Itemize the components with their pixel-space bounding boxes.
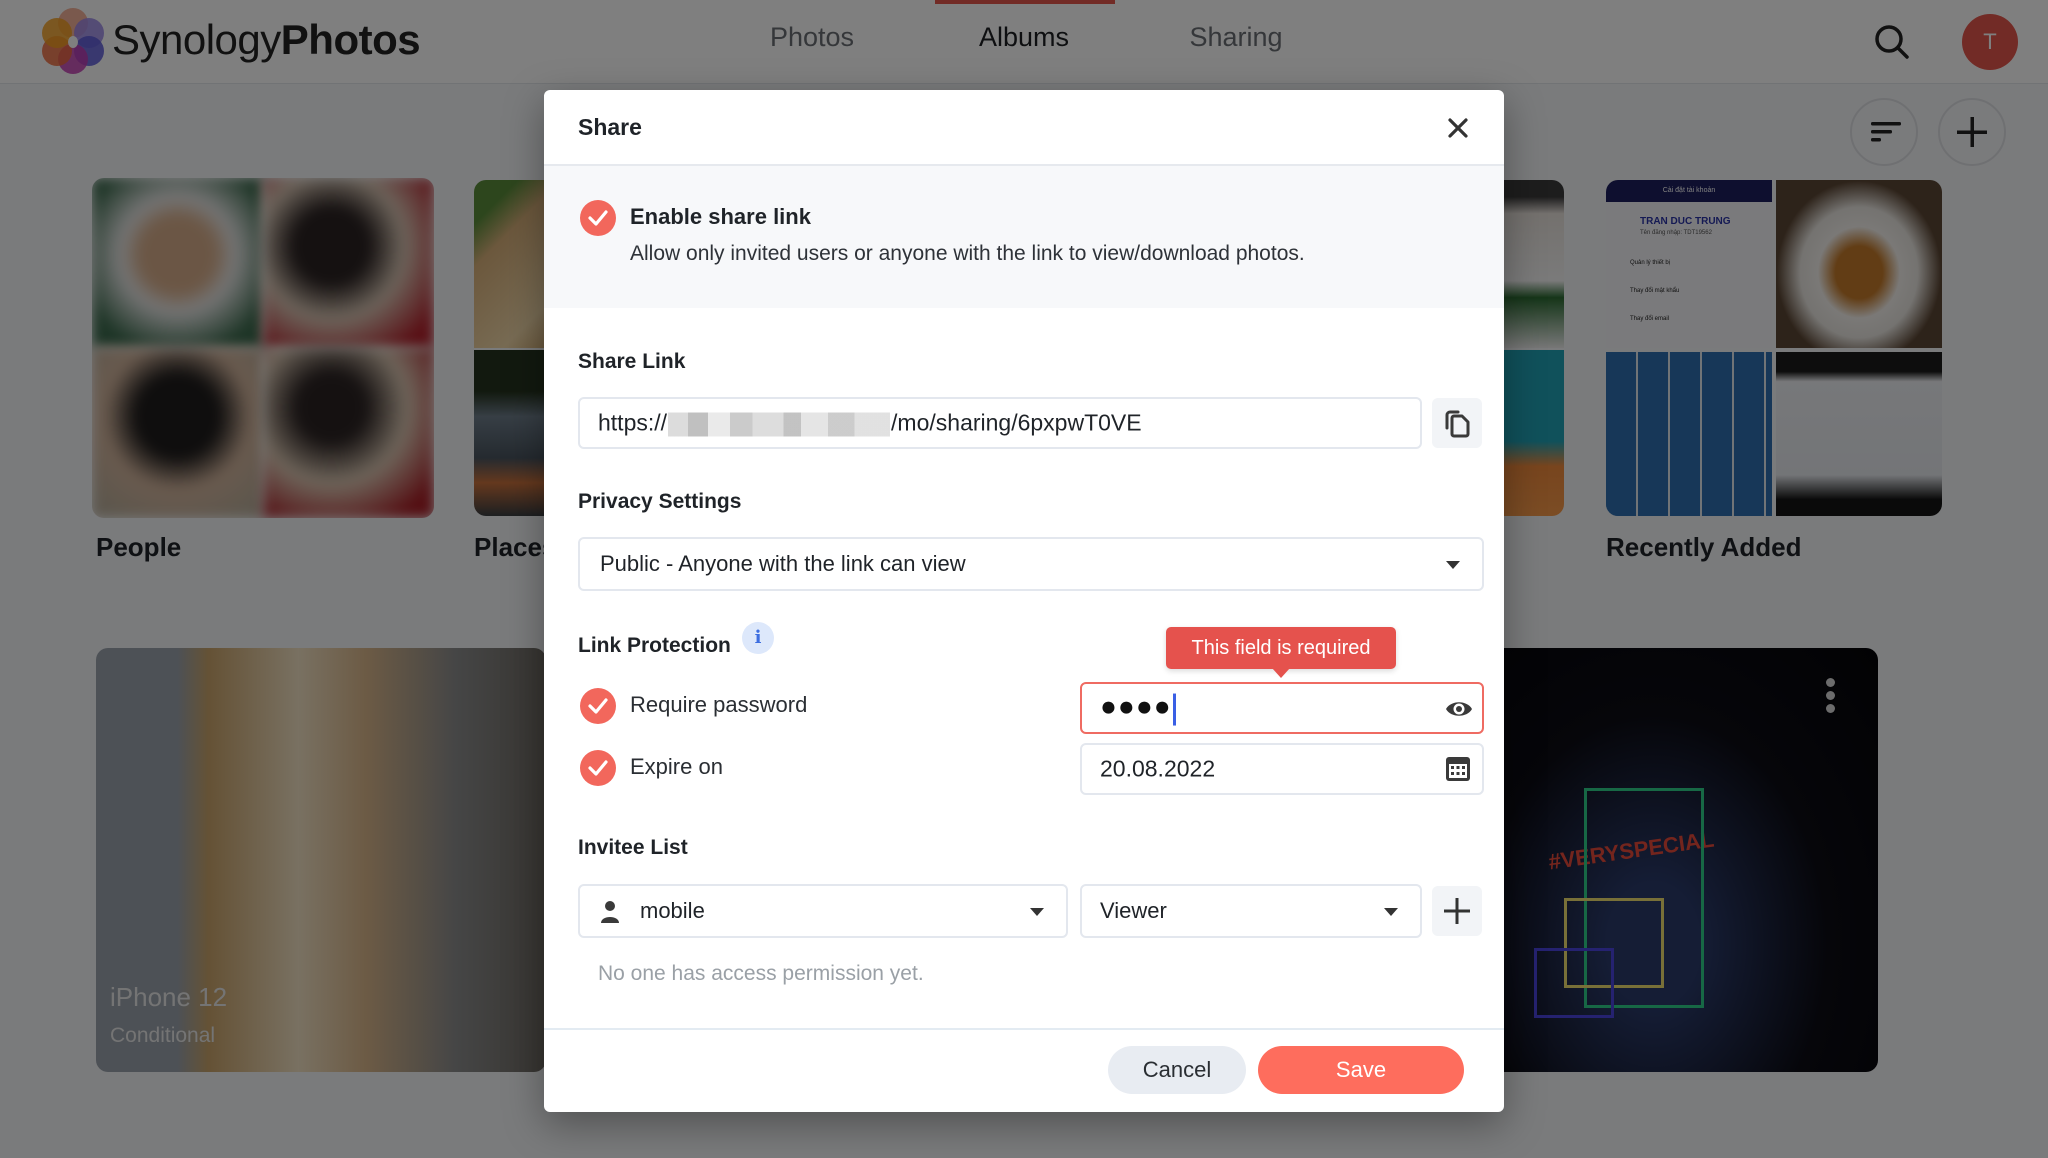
share-link-field[interactable]: https:// /mo/sharing/6pxpwT0VE (578, 397, 1422, 449)
chevron-down-icon (1030, 908, 1044, 916)
password-input[interactable]: ●●●● (1080, 682, 1484, 734)
dialog-title: Share (578, 114, 642, 140)
invitee-role-select[interactable]: Viewer (1080, 884, 1422, 938)
chevron-down-icon (1384, 908, 1398, 916)
invitee-user-value: mobile (640, 898, 705, 923)
share-link-path: /mo/sharing/6pxpwT0VE (891, 409, 1142, 436)
validation-tooltip: This field is required (1166, 627, 1396, 678)
share-dialog: Share Enable share link Allow only invit… (544, 90, 1504, 1112)
close-button[interactable] (1444, 114, 1472, 142)
password-value: ●●●● (1100, 691, 1176, 726)
password-mask: ●●●● (1100, 690, 1172, 722)
date-picker-button[interactable] (1444, 755, 1472, 783)
copy-link-button[interactable] (1432, 398, 1482, 448)
chevron-down-icon (1446, 561, 1460, 569)
save-button[interactable]: Save (1258, 1046, 1464, 1094)
expire-date-value: 20.08.2022 (1100, 755, 1216, 782)
enable-share-panel (544, 166, 1504, 308)
checkmark-icon (588, 698, 608, 714)
checkmark-icon (588, 210, 608, 226)
expire-date-input[interactable]: 20.08.2022 (1080, 743, 1484, 795)
privacy-settings-label: Privacy Settings (578, 490, 742, 513)
info-icon[interactable]: i (742, 622, 774, 654)
user-icon (600, 900, 620, 924)
invitee-user-select[interactable]: mobile (578, 884, 1068, 938)
share-link-prefix: https:// (598, 409, 668, 436)
add-invitee-button[interactable] (1432, 886, 1482, 936)
share-link-value: https:// /mo/sharing/6pxpwT0VE (598, 410, 1142, 437)
plus-icon (1444, 898, 1470, 924)
text-cursor (1172, 693, 1176, 726)
share-link-label: Share Link (578, 350, 686, 373)
expire-on-checkbox[interactable] (580, 750, 616, 786)
enable-share-link-label: Enable share link (630, 204, 811, 229)
checkmark-icon (588, 760, 608, 776)
copy-icon (1445, 410, 1470, 438)
link-protection-label: Link Protection (578, 634, 731, 657)
privacy-settings-value: Public - Anyone with the link can view (600, 551, 966, 576)
dialog-header: Share (544, 90, 1504, 166)
redacted-host (668, 412, 891, 437)
cancel-button[interactable]: Cancel (1108, 1046, 1246, 1094)
enable-share-link-checkbox[interactable] (580, 200, 616, 236)
enable-share-link-description: Allow only invited users or anyone with … (630, 242, 1305, 265)
require-password-checkbox[interactable] (580, 688, 616, 724)
calendar-icon (1446, 757, 1470, 781)
invitee-list-label: Invitee List (578, 836, 688, 859)
require-password-label: Require password (630, 692, 808, 717)
close-icon (1448, 118, 1468, 138)
invitee-role-value: Viewer (1100, 898, 1167, 923)
toggle-password-visibility[interactable] (1444, 694, 1474, 724)
expire-on-label: Expire on (630, 754, 723, 779)
invitee-empty-message: No one has access permission yet. (598, 962, 924, 985)
eye-icon (1446, 702, 1472, 716)
footer-divider (544, 1028, 1504, 1030)
privacy-settings-select[interactable]: Public - Anyone with the link can view (578, 537, 1484, 591)
